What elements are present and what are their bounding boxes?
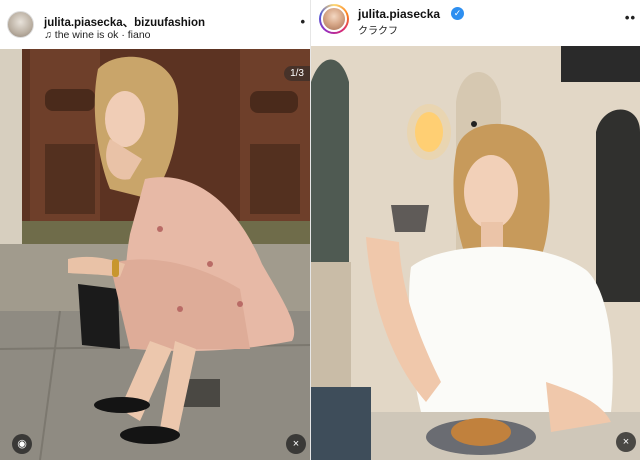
right-post-photo[interactable]: × (311, 42, 640, 460)
left-photo-illustration (0, 49, 310, 460)
left-username[interactable]: julita.piasecka、bizuufashion (44, 14, 205, 30)
right-location[interactable]: クラクフ (358, 22, 398, 37)
muted-speaker-icon[interactable]: × (616, 432, 636, 452)
left-audio-label: the wine is ok · fiano (54, 29, 151, 41)
left-post-header: julita.piasecka、bizuufashion ♫ the wine … (0, 0, 310, 46)
left-post-photo[interactable]: 1/3 ◉ × (0, 49, 310, 460)
right-avatar (321, 6, 347, 32)
left-audio-line[interactable]: ♫ the wine is ok · fiano (44, 29, 151, 41)
right-username[interactable]: julita.piasecka (358, 7, 440, 21)
user-tag-icon[interactable]: ◉ (12, 434, 32, 454)
right-more-options-icon[interactable]: •• (625, 10, 636, 25)
left-post: julita.piasecka、bizuufashion ♫ the wine … (0, 0, 310, 460)
music-note-icon: ♫ (44, 29, 52, 41)
image-counter: 1/3 (284, 66, 310, 81)
left-more-options-icon[interactable]: • (300, 14, 306, 29)
muted-speaker-icon[interactable]: × (286, 434, 306, 454)
right-avatar-story-ring[interactable] (319, 4, 349, 34)
right-photo-illustration (311, 42, 640, 460)
right-post-header: julita.piasecka ✓ クラクフ •• (311, 0, 640, 46)
right-post: julita.piasecka ✓ クラクフ •• × (311, 0, 640, 460)
left-avatar[interactable] (7, 11, 34, 38)
verified-badge-icon: ✓ (451, 7, 464, 20)
